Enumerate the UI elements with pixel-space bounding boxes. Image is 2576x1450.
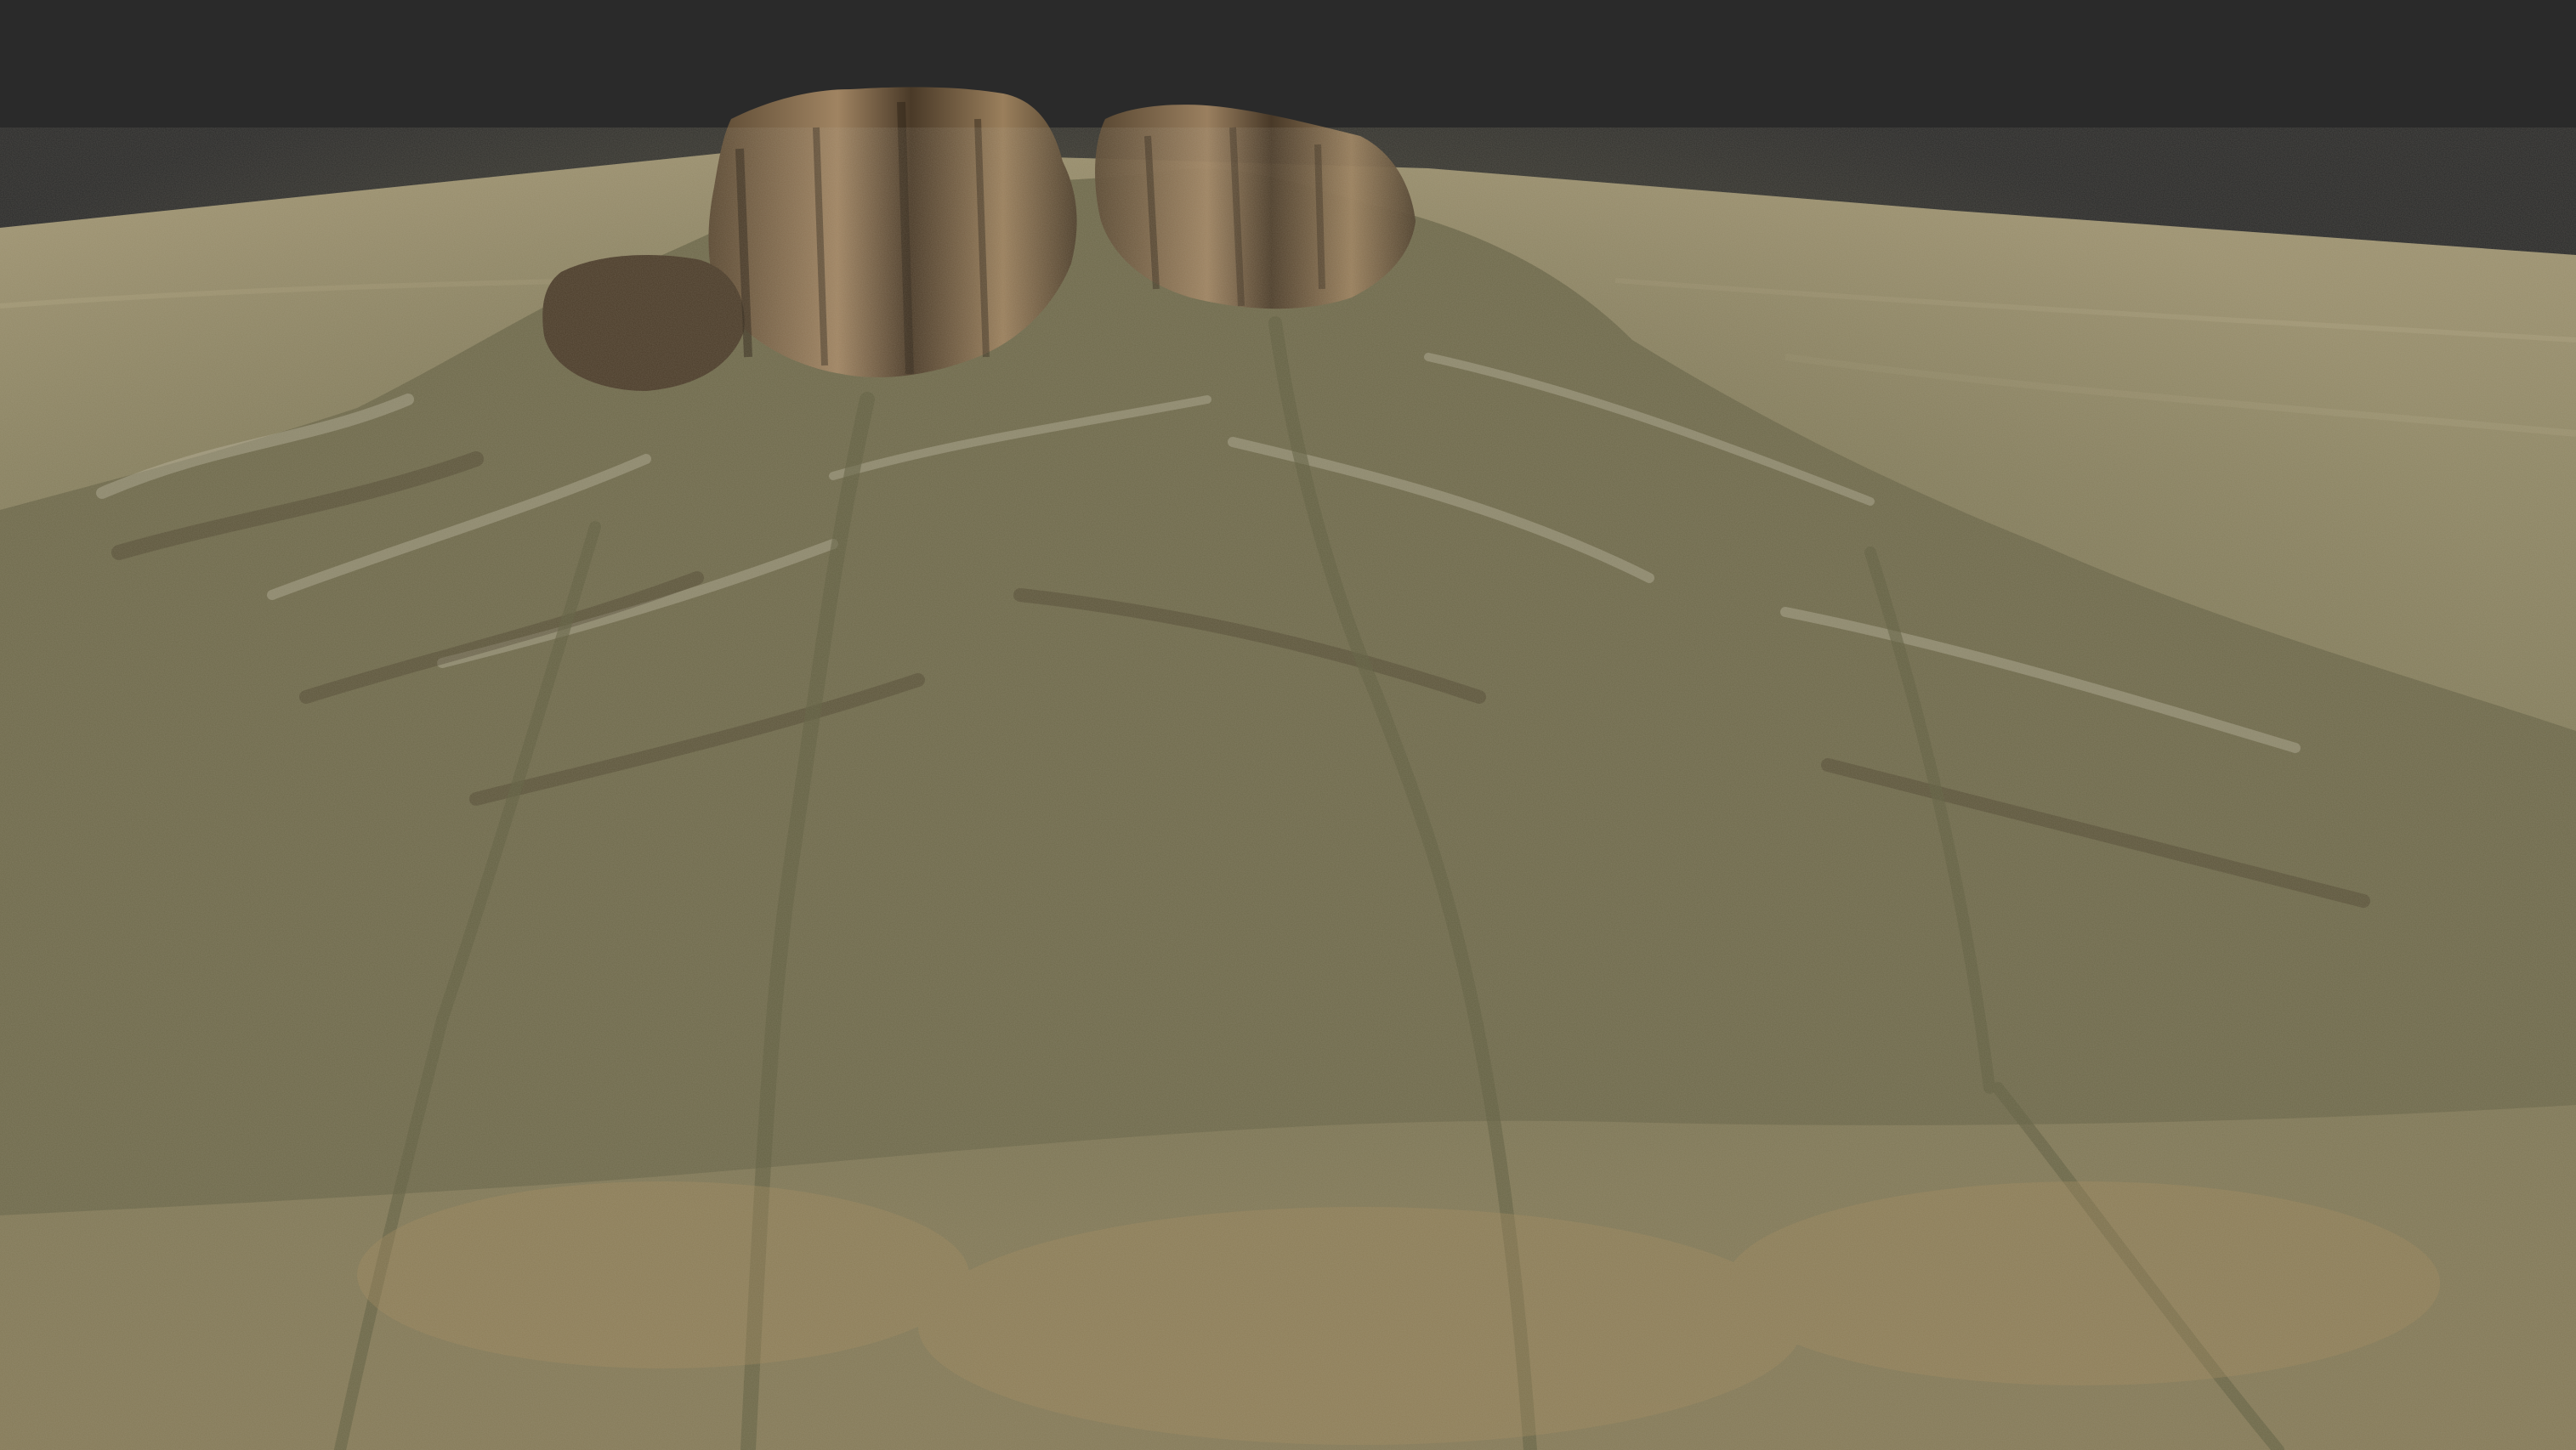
- terrain-grain: [0, 127, 2576, 1450]
- terrain-viewport[interactable]: [0, 0, 2576, 1450]
- terrain-render: [0, 0, 2576, 1450]
